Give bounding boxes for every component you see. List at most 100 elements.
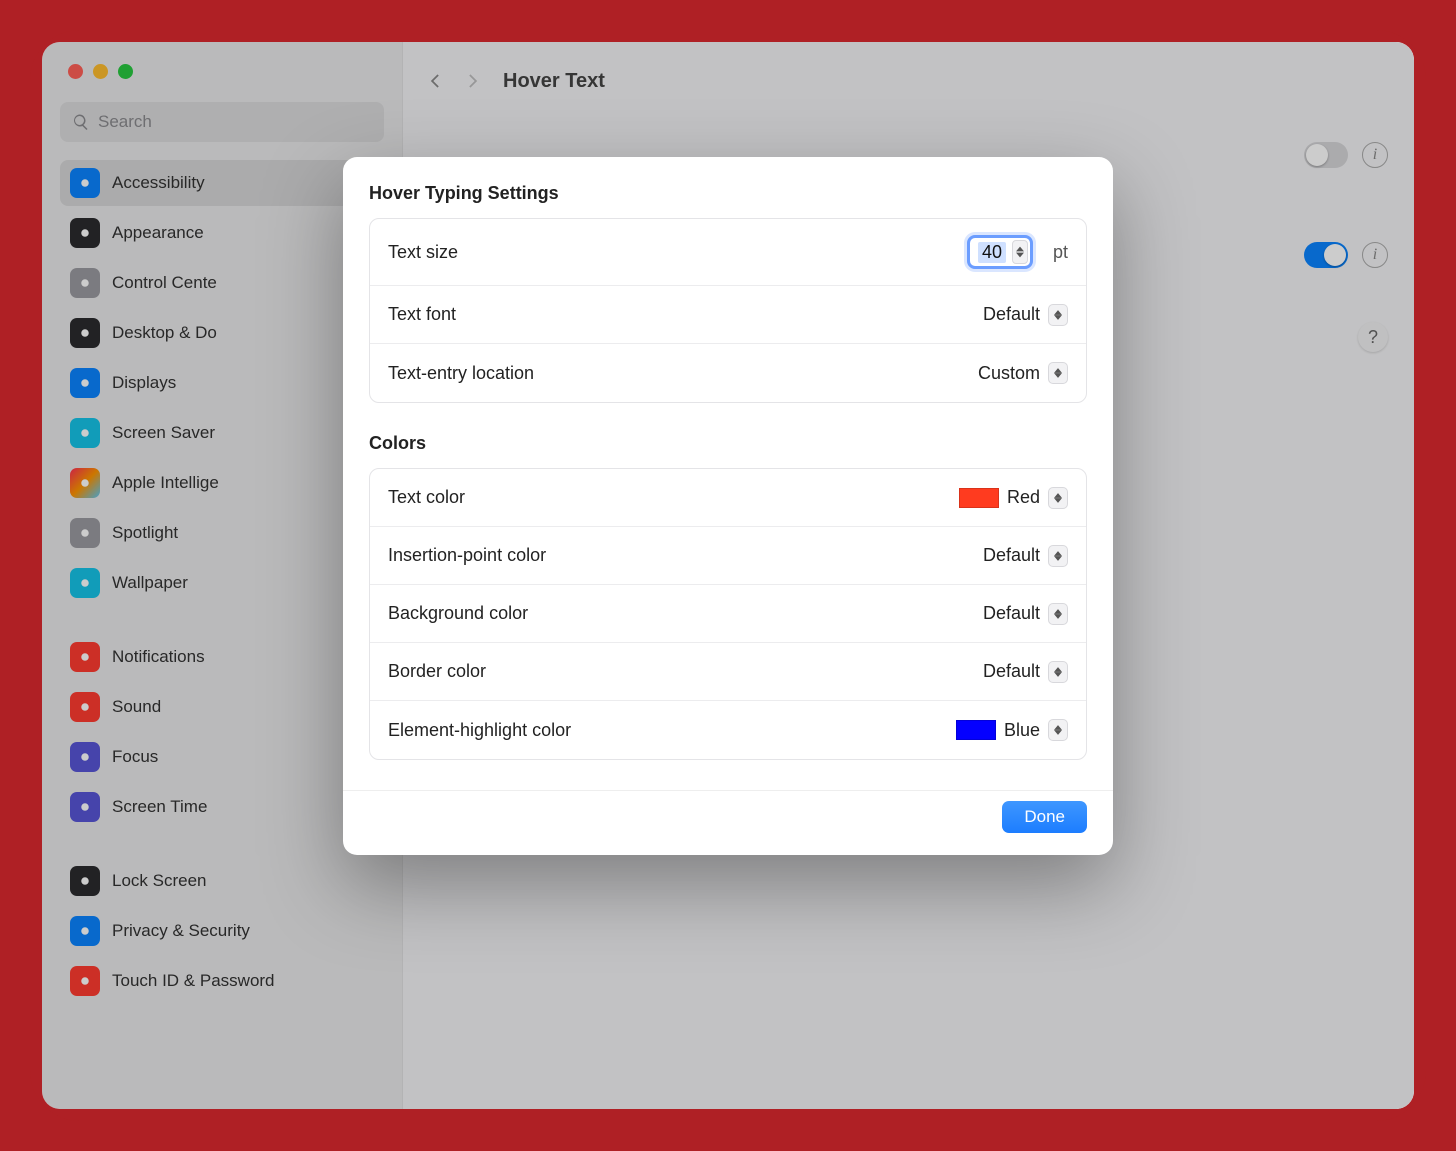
sidebar-item-icon — [70, 792, 100, 822]
sidebar-item-icon — [70, 642, 100, 672]
info-icon[interactable]: i — [1362, 242, 1388, 268]
dropdown-select[interactable]: Default — [983, 545, 1068, 567]
select-value: Default — [983, 304, 1040, 325]
sidebar-item-notifications[interactable]: Notifications — [60, 634, 384, 680]
sidebar-item-label: Appearance — [112, 223, 204, 243]
sidebar-item-apple-intellige[interactable]: Apple Intellige — [60, 460, 384, 506]
sidebar-item-control-cente[interactable]: Control Cente — [60, 260, 384, 306]
row-label: Text size — [388, 242, 458, 263]
sidebar-item-icon — [70, 368, 100, 398]
dropdown-select[interactable]: Custom — [978, 362, 1068, 384]
select-value: Blue — [1004, 720, 1040, 741]
row-label: Text color — [388, 487, 465, 508]
settings-row: Text-entry locationCustom — [370, 344, 1086, 402]
select-value: Default — [983, 661, 1040, 682]
sidebar-item-icon — [70, 218, 100, 248]
up-down-arrows-icon — [1048, 545, 1068, 567]
settings-panel-colors: Text color Red Insertion-point color Defaul… — [369, 468, 1087, 760]
dropdown-select[interactable]: Default — [983, 304, 1068, 326]
settings-row: Background color Default — [370, 585, 1086, 643]
sidebar-item-label: Spotlight — [112, 523, 178, 543]
hover-typing-settings-sheet: Hover Typing Settings Text size40ptText … — [343, 157, 1113, 855]
up-down-arrows-icon — [1048, 304, 1068, 326]
dropdown-select[interactable]: Default — [983, 603, 1068, 625]
color-picker-select[interactable]: Blue — [956, 719, 1068, 741]
stepper-arrows-icon[interactable] — [1012, 240, 1028, 264]
fullscreen-window-icon[interactable] — [118, 64, 133, 79]
sidebar-item-label: Notifications — [112, 647, 205, 667]
settings-panel-main: Text size40ptText fontDefaultText-entry … — [369, 218, 1087, 403]
close-window-icon[interactable] — [68, 64, 83, 79]
sidebar-item-displays[interactable]: Displays — [60, 360, 384, 406]
up-down-arrows-icon — [1048, 362, 1068, 384]
sidebar-item-label: Lock Screen — [112, 871, 207, 891]
select-value: Red — [1007, 487, 1040, 508]
sidebar-item-label: Accessibility — [112, 173, 205, 193]
color-picker-select[interactable]: Red — [959, 487, 1068, 509]
up-down-arrows-icon — [1048, 661, 1068, 683]
sidebar-item-label: Wallpaper — [112, 573, 188, 593]
colors-section-title: Colors — [343, 433, 1113, 454]
page-title: Hover Text — [503, 70, 605, 93]
settings-row: Text size40pt — [370, 219, 1086, 286]
up-down-arrows-icon — [1048, 487, 1068, 509]
sidebar-item-icon — [70, 966, 100, 996]
row-label: Insertion-point color — [388, 545, 546, 566]
text-size-stepper[interactable]: 40 — [967, 235, 1033, 269]
sidebar-item-focus[interactable]: Focus — [60, 734, 384, 780]
sidebar-item-label: Touch ID & Password — [112, 971, 275, 991]
toggle-switch[interactable] — [1304, 242, 1348, 268]
info-icon[interactable]: i — [1362, 142, 1388, 168]
sidebar-item-desktop-do[interactable]: Desktop & Do — [60, 310, 384, 356]
sidebar-item-label: Sound — [112, 697, 161, 717]
sidebar-item-label: Desktop & Do — [112, 323, 217, 343]
sidebar-item-lock-screen[interactable]: Lock Screen — [60, 858, 384, 904]
minimize-window-icon[interactable] — [93, 64, 108, 79]
sidebar-item-label: Screen Time — [112, 797, 207, 817]
back-icon[interactable] — [425, 71, 445, 91]
system-settings-window: Search Accessibility Appearance Control Ce… — [42, 42, 1414, 1109]
sidebar-item-icon — [70, 742, 100, 772]
sidebar-item-label: Privacy & Security — [112, 921, 250, 941]
toggle-switch[interactable] — [1304, 142, 1348, 168]
sidebar-item-label: Apple Intellige — [112, 473, 219, 493]
sidebar-item-touch-id-password[interactable]: Touch ID & Password — [60, 958, 384, 1004]
sidebar-item-accessibility[interactable]: Accessibility — [60, 160, 384, 206]
window-traffic-lights — [68, 64, 133, 79]
settings-row: Insertion-point color Default — [370, 527, 1086, 585]
settings-row: Element-highlight colorBlue — [370, 701, 1086, 759]
sidebar-item-privacy-security[interactable]: Privacy & Security — [60, 908, 384, 954]
help-icon[interactable]: ? — [1358, 322, 1388, 352]
sidebar-item-icon — [70, 318, 100, 348]
sidebar-item-icon — [70, 518, 100, 548]
sidebar-item-icon — [70, 168, 100, 198]
sheet-title: Hover Typing Settings — [343, 183, 1113, 204]
sidebar-item-icon — [70, 692, 100, 722]
sidebar-item-label: Control Cente — [112, 273, 217, 293]
sidebar-item-spotlight[interactable]: Spotlight — [60, 510, 384, 556]
sidebar-item-appearance[interactable]: Appearance — [60, 210, 384, 256]
settings-row: Text color Red — [370, 469, 1086, 527]
sidebar-item-wallpaper[interactable]: Wallpaper — [60, 560, 384, 606]
sidebar-item-label: Displays — [112, 373, 176, 393]
sidebar-item-icon — [70, 916, 100, 946]
select-value: Default — [983, 603, 1040, 624]
row-label: Text font — [388, 304, 456, 325]
sidebar-item-screen-saver[interactable]: Screen Saver — [60, 410, 384, 456]
search-icon — [72, 113, 90, 131]
sidebar-item-label: Screen Saver — [112, 423, 215, 443]
sidebar-item-screen-time[interactable]: Screen Time — [60, 784, 384, 830]
forward-icon[interactable] — [463, 71, 483, 91]
sidebar-item-sound[interactable]: Sound — [60, 684, 384, 730]
sidebar-item-label: Focus — [112, 747, 158, 767]
row-label: Background color — [388, 603, 528, 624]
search-placeholder: Search — [98, 112, 152, 132]
select-value: Custom — [978, 363, 1040, 384]
sidebar-item-icon — [70, 866, 100, 896]
sidebar-item-icon — [70, 568, 100, 598]
row-label: Border color — [388, 661, 486, 682]
search-input[interactable]: Search — [60, 102, 384, 142]
color-swatch — [959, 488, 999, 508]
dropdown-select[interactable]: Default — [983, 661, 1068, 683]
done-button[interactable]: Done — [1002, 801, 1087, 833]
